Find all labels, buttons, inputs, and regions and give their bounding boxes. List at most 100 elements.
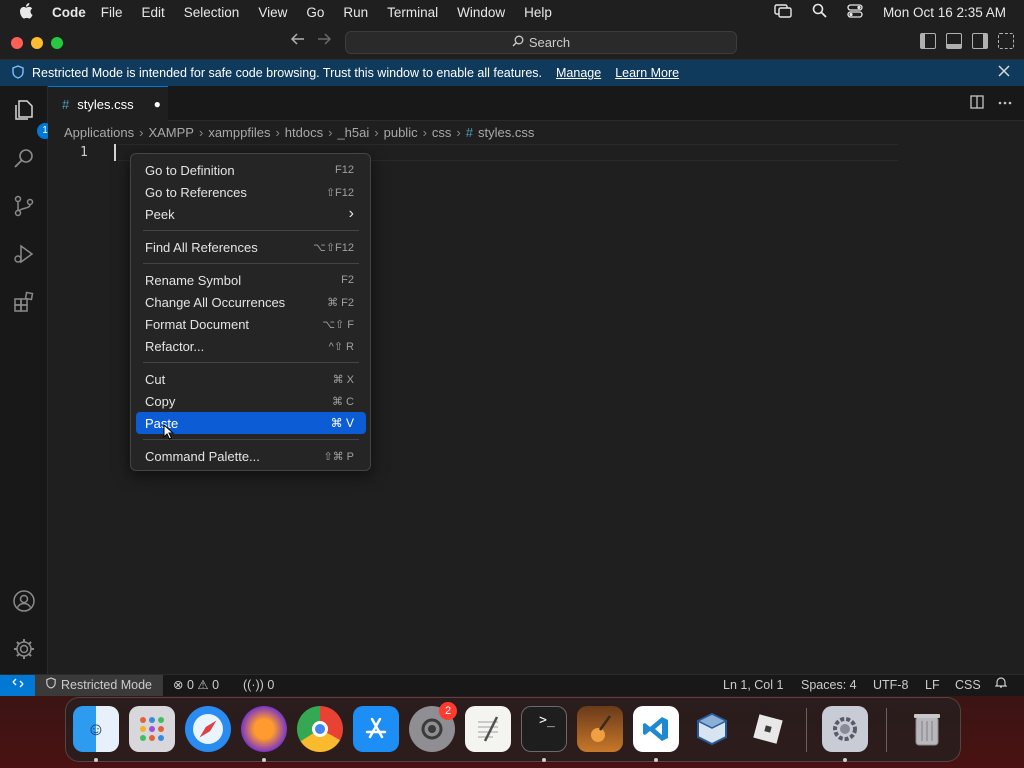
banner-learn-more-link[interactable]: Learn More: [615, 66, 679, 80]
breadcrumb-file[interactable]: styles.css: [478, 125, 534, 140]
menu-item-cut[interactable]: Cut ⌘ X: [136, 368, 366, 390]
language-mode-status[interactable]: CSS: [955, 675, 981, 696]
menu-item-go-to-definition[interactable]: Go to Definition F12: [136, 159, 366, 181]
menu-item-change-all-occurrences[interactable]: Change All Occurrences ⌘ F2: [136, 291, 366, 313]
menu-run[interactable]: Run: [343, 5, 368, 20]
breadcrumb-item[interactable]: css: [432, 125, 452, 140]
more-actions-icon[interactable]: [998, 95, 1012, 112]
menu-item-refactor[interactable]: Refactor... ^⇧ R: [136, 335, 366, 357]
chevron-right-icon: ›: [348, 205, 354, 222]
menu-item-go-to-references[interactable]: Go to References ⇧F12: [136, 181, 366, 203]
running-indicator: [654, 758, 658, 762]
ports-status[interactable]: ((·)) 0: [243, 675, 274, 696]
forward-arrow-icon[interactable]: [316, 32, 332, 51]
system-settings-icon[interactable]: 2: [409, 702, 457, 752]
remote-indicator-icon[interactable]: [0, 675, 35, 696]
restricted-mode-status[interactable]: Restricted Mode: [35, 675, 164, 696]
dock-divider: [806, 708, 807, 752]
menu-item-peek[interactable]: Peek ›: [136, 203, 366, 225]
menu-help[interactable]: Help: [524, 5, 552, 20]
menu-item-copy[interactable]: Copy ⌘ C: [136, 390, 366, 412]
launchpad-icon[interactable]: [129, 706, 175, 752]
textedit-icon[interactable]: [465, 706, 511, 752]
menu-item-format-document[interactable]: Format Document ⌥⇧ F: [136, 313, 366, 335]
run-and-debug-icon[interactable]: [12, 242, 36, 266]
encoding-status[interactable]: UTF-8: [873, 675, 908, 696]
app-name-menu[interactable]: Code: [52, 5, 86, 20]
running-indicator: [94, 758, 98, 762]
menu-item-shortcut: ⇧F12: [325, 186, 354, 199]
breadcrumb-item[interactable]: public: [384, 125, 418, 140]
system-settings-icon[interactable]: [822, 706, 868, 752]
breadcrumb-item[interactable]: htdocs: [285, 125, 323, 140]
error-icon: ⊗: [173, 678, 184, 692]
breadcrumb-item[interactable]: xamppfiles: [208, 125, 270, 140]
menu-item-rename-symbol[interactable]: Rename Symbol F2: [136, 269, 366, 291]
tab-styles-css[interactable]: # styles.css ●: [48, 86, 168, 121]
control-center-icon[interactable]: [847, 3, 863, 21]
cursor-position-status[interactable]: Ln 1, Col 1: [723, 675, 783, 696]
line-ending-status[interactable]: LF: [925, 675, 940, 696]
indentation-status[interactable]: Spaces: 4: [801, 675, 857, 696]
unsaved-dot-icon[interactable]: ●: [154, 97, 161, 111]
menu-window[interactable]: Window: [457, 5, 505, 20]
apple-logo-icon[interactable]: [0, 2, 52, 22]
menu-terminal[interactable]: Terminal: [387, 5, 438, 20]
menu-item-shortcut: ^⇧ R: [328, 340, 354, 353]
source-control-icon[interactable]: [12, 194, 36, 218]
dock-divider: [886, 708, 887, 752]
command-center-search[interactable]: Search: [345, 31, 737, 54]
accounts-icon[interactable]: [12, 589, 36, 613]
screen-mirroring-icon[interactable]: [774, 3, 792, 21]
virtualbox-icon[interactable]: [689, 706, 735, 752]
menu-item-find-all-references[interactable]: Find All References ⌥⇧F12: [136, 236, 366, 258]
chevron-right-icon: ›: [422, 125, 427, 140]
extensions-icon[interactable]: [12, 290, 36, 314]
menu-separator: [143, 439, 359, 440]
warning-icon: ⚠: [197, 678, 209, 692]
manage-gear-icon[interactable]: [12, 637, 36, 661]
finder-icon[interactable]: ☺: [73, 706, 119, 752]
menu-item-shortcut: F2: [341, 274, 354, 286]
customize-layout-icon[interactable]: [998, 33, 1014, 49]
back-arrow-icon[interactable]: [290, 32, 306, 51]
vscode-icon[interactable]: [633, 706, 679, 752]
menu-go[interactable]: Go: [306, 5, 324, 20]
menu-item-command-palette[interactable]: Command Palette... ⇧⌘ P: [136, 445, 366, 467]
chrome-icon[interactable]: [297, 706, 343, 752]
notifications-bell-icon[interactable]: [994, 675, 1008, 696]
spotlight-search-icon[interactable]: [812, 3, 827, 21]
explorer-icon[interactable]: 1: [12, 98, 53, 139]
problems-status[interactable]: ⊗ 0 ⚠ 0: [173, 675, 219, 696]
menu-file[interactable]: File: [101, 5, 123, 20]
breadcrumb-item[interactable]: Applications: [64, 125, 134, 140]
toggle-panel-icon[interactable]: [946, 33, 962, 49]
menu-item-shortcut: ⌥⇧F12: [313, 241, 354, 254]
layout-controls: [920, 33, 1014, 49]
banner-manage-link[interactable]: Manage: [556, 66, 601, 80]
app-store-icon[interactable]: [353, 706, 399, 752]
trash-icon[interactable]: [904, 706, 950, 752]
safari-compass-icon[interactable]: [185, 706, 231, 752]
firefox-icon[interactable]: [241, 706, 287, 752]
shield-icon: [12, 64, 24, 82]
window-close-button[interactable]: [11, 37, 23, 49]
garageband-guitar-icon[interactable]: [577, 706, 623, 752]
breadcrumb-item[interactable]: XAMPP: [148, 125, 194, 140]
restricted-mode-label: Restricted Mode: [61, 678, 153, 692]
menu-edit[interactable]: Edit: [142, 5, 165, 20]
split-editor-icon[interactable]: [970, 95, 984, 112]
menubar-clock[interactable]: Mon Oct 16 2:35 AM: [883, 5, 1006, 20]
toggle-secondary-sidebar-icon[interactable]: [972, 33, 988, 49]
toggle-primary-sidebar-icon[interactable]: [920, 33, 936, 49]
close-icon[interactable]: [998, 64, 1010, 81]
search-icon[interactable]: [12, 146, 36, 170]
window-zoom-button[interactable]: [51, 37, 63, 49]
menu-view[interactable]: View: [258, 5, 287, 20]
window-minimize-button[interactable]: [31, 37, 43, 49]
roblox-icon[interactable]: [745, 706, 791, 752]
menu-selection[interactable]: Selection: [184, 5, 240, 20]
menu-item-shortcut: F12: [335, 164, 354, 176]
breadcrumb-item[interactable]: _h5ai: [337, 125, 369, 140]
terminal-icon[interactable]: >_: [521, 706, 567, 752]
